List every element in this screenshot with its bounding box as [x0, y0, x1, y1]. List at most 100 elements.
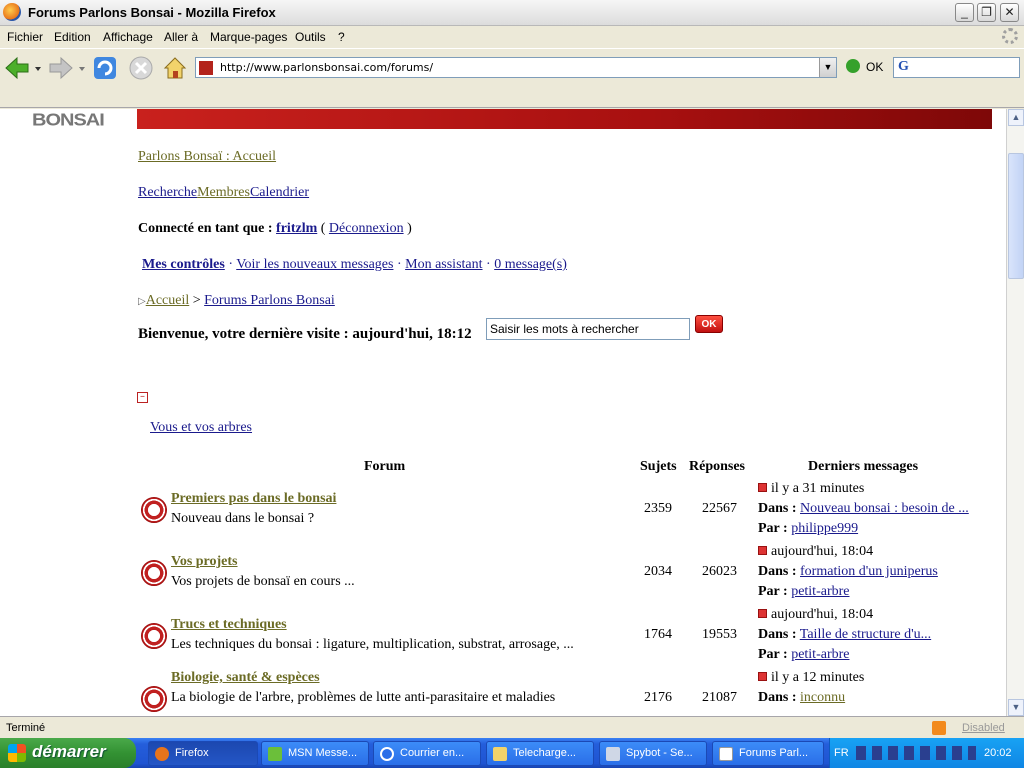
breadcrumb-current[interactable]: Forums Parlons Bonsai	[204, 293, 335, 308]
task-telecharge[interactable]: Telecharge...	[486, 741, 594, 766]
menu-aller[interactable]: Aller à	[164, 30, 198, 44]
menu-outils[interactable]: Outils	[295, 30, 326, 44]
firefox-task-icon	[155, 747, 169, 761]
go-button[interactable]: OK	[846, 59, 883, 74]
forum-replies: 21087	[702, 690, 737, 705]
scroll-up-icon[interactable]: ▲	[1008, 109, 1024, 126]
nav-recherche[interactable]: Recherche	[138, 185, 197, 200]
forum-description: Nouveau dans le bonsai ?	[171, 511, 315, 526]
task-msn[interactable]: MSN Messe...	[261, 741, 369, 766]
last-thread-link[interactable]: inconnu	[800, 690, 845, 705]
menu-edition[interactable]: Edition	[54, 30, 91, 44]
connected-line: Connecté en tant que : fritzlm ( Déconne…	[138, 221, 412, 236]
home-icon[interactable]	[162, 55, 188, 81]
last-post-time: aujourd'hui, 18:04	[758, 544, 873, 560]
menu-fichier[interactable]: Fichier	[7, 30, 43, 44]
last-post-icon[interactable]	[758, 672, 767, 681]
forward-dropdown-icon[interactable]	[77, 55, 87, 81]
last-user-link[interactable]: philippe999	[791, 521, 858, 536]
header-topics: Sujets	[640, 459, 677, 474]
close-button[interactable]: ✕	[1000, 3, 1019, 22]
rss-feed-icon[interactable]	[932, 721, 946, 735]
last-post-time: il y a 12 minutes	[758, 670, 864, 686]
scroll-thumb[interactable]	[1008, 153, 1024, 279]
forum-title-link[interactable]: Vos projets	[171, 554, 238, 570]
forum-replies: 19553	[702, 627, 737, 642]
last-thread-link[interactable]: Taille de structure d'u...	[800, 627, 931, 642]
home-link[interactable]: Parlons Bonsaï : Accueil	[138, 149, 276, 165]
category-link[interactable]: Vous et vos arbres	[150, 420, 252, 436]
status-bar: Terminé Disabled	[0, 716, 1024, 738]
last-post-thread: Dans : Taille de structure d'u...	[758, 627, 932, 642]
new-messages-link[interactable]: Voir les nouveaux messages	[236, 257, 393, 272]
breadcrumb: ▷Accueil > Forums Parlons Bonsai	[138, 293, 335, 308]
messages-link[interactable]: 0 message(s)	[494, 257, 567, 272]
tray-icons[interactable]	[856, 746, 976, 760]
forward-arrow-icon[interactable]	[48, 55, 74, 81]
collapse-icon[interactable]: –	[137, 392, 148, 403]
username-link[interactable]: fritzlm	[276, 221, 317, 236]
task-forums[interactable]: Forums Parl...	[712, 741, 824, 766]
last-user-link[interactable]: petit-arbre	[791, 584, 849, 599]
vertical-scrollbar[interactable]: ▲ ▼	[1006, 109, 1024, 716]
forum-topics: 2359	[644, 501, 672, 516]
last-thread-link[interactable]: Nouveau bonsai : besoin de ...	[800, 501, 969, 516]
windows-taskbar: démarrer Firefox MSN Messe... Courrier e…	[0, 738, 1024, 768]
assistant-link[interactable]: Mon assistant	[405, 257, 482, 272]
minimize-button[interactable]: _	[955, 3, 974, 22]
site-favicon-icon	[199, 61, 213, 75]
back-arrow-icon[interactable]	[4, 55, 30, 81]
last-post-icon[interactable]	[758, 546, 767, 555]
url-text[interactable]: http://www.parlonsbonsai.com/forums/	[220, 61, 433, 74]
logout-link[interactable]: Déconnexion	[329, 221, 404, 236]
menu-help[interactable]: ?	[338, 30, 345, 44]
url-dropdown-icon[interactable]: ▼	[819, 58, 836, 77]
forum-status-icon	[141, 623, 167, 649]
breadcrumb-arrow-icon: ▷	[138, 296, 146, 307]
last-post-icon[interactable]	[758, 483, 767, 492]
my-controls-link[interactable]: Mes contrôles	[142, 257, 225, 272]
welcome-text: Bienvenue, votre dernière visite : aujou…	[138, 326, 472, 342]
adblock-status[interactable]: Disabled	[962, 722, 1005, 734]
google-search-field[interactable]: G	[893, 57, 1020, 78]
maximize-button[interactable]: ❐	[977, 3, 996, 22]
start-button[interactable]: démarrer	[0, 738, 136, 768]
forum-topics: 2034	[644, 564, 672, 579]
task-courrier[interactable]: Courrier en...	[373, 741, 481, 766]
last-post-icon[interactable]	[758, 609, 767, 618]
search-ok-button[interactable]: OK	[695, 315, 723, 333]
forum-replies: 22567	[702, 501, 737, 516]
search-input[interactable]: Saisir les mots à rechercher	[486, 318, 690, 340]
back-dropdown-icon[interactable]	[33, 55, 43, 81]
nav-membres[interactable]: Membres	[197, 185, 250, 200]
window-title: Forums Parlons Bonsai - Mozilla Firefox	[28, 5, 276, 20]
address-bar[interactable]: http://www.parlonsbonsai.com/forums/ ▼	[195, 57, 837, 78]
forum-title-link[interactable]: Trucs et techniques	[171, 617, 287, 633]
forum-title-link[interactable]: Biologie, santé & espèces	[171, 670, 320, 686]
task-firefox[interactable]: Firefox	[148, 741, 258, 766]
menu-affichage[interactable]: Affichage	[103, 30, 153, 44]
last-post-thread: Dans : inconnu	[758, 690, 846, 705]
last-post-user: Par : philippe999	[758, 521, 859, 536]
main-nav: RechercheMembresCalendrier	[138, 185, 309, 201]
forum-title-link[interactable]: Premiers pas dans le bonsai	[171, 491, 336, 507]
spybot-icon	[606, 747, 620, 761]
stop-icon[interactable]	[128, 55, 154, 81]
scroll-down-icon[interactable]: ▼	[1008, 699, 1024, 716]
menu-bar: Fichier Edition Affichage Aller à Marque…	[0, 27, 1024, 47]
forum-description: Vos projets de bonsaï en cours ...	[171, 574, 355, 589]
language-indicator[interactable]: FR	[834, 747, 849, 759]
last-user-link[interactable]: petit-arbre	[791, 647, 849, 662]
system-tray: FR 20:02	[829, 738, 1024, 768]
menu-marque-pages[interactable]: Marque-pages	[210, 30, 287, 44]
reload-icon[interactable]	[92, 55, 118, 81]
task-spybot[interactable]: Spybot - Se...	[599, 741, 707, 766]
nav-calendrier[interactable]: Calendrier	[250, 185, 309, 200]
header-replies: Réponses	[689, 459, 746, 474]
page-content: BONSAI Parlons Bonsaï : Accueil Recherch…	[0, 109, 1006, 716]
header-last: Derniers messages	[808, 459, 919, 474]
last-thread-link[interactable]: formation d'un juniperus	[800, 564, 938, 579]
breadcrumb-home[interactable]: Accueil	[146, 293, 190, 308]
status-text: Terminé	[6, 722, 46, 734]
google-icon: G	[898, 59, 909, 74]
